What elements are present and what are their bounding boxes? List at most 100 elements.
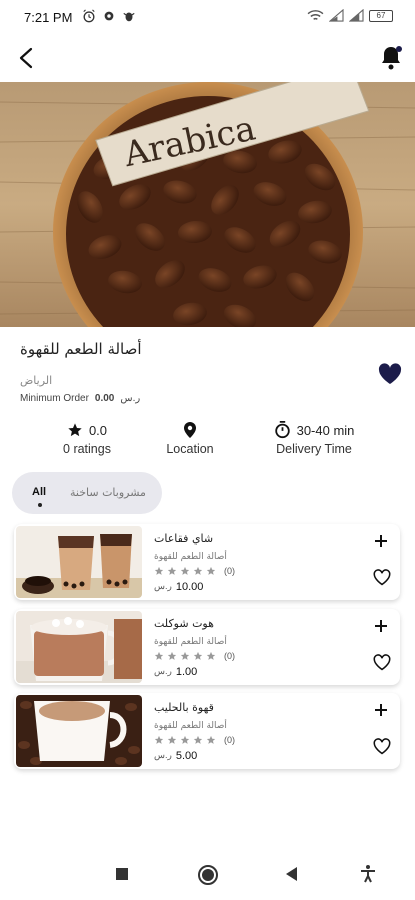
star-icon bbox=[167, 566, 177, 575]
star-icon bbox=[206, 566, 216, 575]
star-icon bbox=[180, 735, 190, 744]
home-button[interactable] bbox=[197, 864, 218, 885]
star-icon bbox=[180, 651, 190, 660]
product-card[interactable]: شاي فقاعات أصالة الطعم للقهوة (0) ر.س 10… bbox=[14, 524, 400, 600]
store-name: أصالة الطعم للقهوة bbox=[20, 340, 142, 358]
product-rating: (0) bbox=[154, 566, 235, 576]
rating-count: (0) bbox=[224, 735, 235, 745]
product-price: ر.س 5.00 bbox=[154, 750, 197, 762]
star-icon bbox=[68, 423, 82, 437]
delivery-time-info: 30-40 min Delivery Time bbox=[266, 420, 362, 456]
product-name: قهوة بالحليب bbox=[154, 701, 214, 714]
signal-icon bbox=[349, 9, 364, 22]
circle-home-icon bbox=[198, 865, 218, 885]
plus-icon bbox=[375, 535, 387, 547]
accessibility-button[interactable] bbox=[358, 864, 378, 884]
price-value: 5.00 bbox=[175, 750, 198, 762]
status-bar: 7:21 PM 67 bbox=[0, 0, 415, 36]
add-to-cart-button[interactable] bbox=[372, 617, 390, 635]
top-app-bar bbox=[0, 36, 415, 82]
heart-filled-icon bbox=[378, 363, 402, 384]
star-icon bbox=[180, 566, 190, 575]
delivery-time-label: Delivery Time bbox=[276, 442, 352, 456]
ratings-info[interactable]: 0.0 0 ratings bbox=[52, 420, 122, 457]
star-icon bbox=[193, 735, 203, 744]
product-card[interactable]: هوت شوكلت أصالة الطعم للقهوة (0) ر.س 1.0… bbox=[14, 609, 400, 685]
product-store: أصالة الطعم للقهوة bbox=[154, 552, 227, 562]
battery-icon: 67 bbox=[369, 9, 393, 22]
product-image-coffee-with-milk bbox=[16, 695, 142, 767]
status-time: 7:21 PM bbox=[24, 10, 73, 25]
status-icons-left bbox=[82, 9, 136, 23]
active-tab-indicator bbox=[38, 503, 42, 507]
product-price: ر.س 10.00 bbox=[154, 581, 203, 593]
tab-hot-drinks[interactable]: مشروبات ساخنة bbox=[70, 486, 146, 499]
star-icon bbox=[154, 566, 164, 575]
product-name: شاي فقاعات bbox=[154, 532, 214, 545]
plus-icon bbox=[375, 704, 387, 716]
ratings-label: 0 ratings bbox=[63, 442, 111, 456]
notifications-button[interactable] bbox=[377, 44, 405, 72]
product-price: ر.س 1.00 bbox=[154, 666, 197, 678]
store-info-row: 0.0 0 ratings Location 30-40 min Deliver… bbox=[0, 420, 415, 462]
system-navigation-bar bbox=[0, 850, 415, 900]
product-rating: (0) bbox=[154, 735, 235, 745]
star-icon bbox=[206, 651, 216, 660]
plus-icon bbox=[375, 620, 387, 632]
favorite-product-button[interactable] bbox=[372, 568, 392, 587]
system-back-button[interactable] bbox=[282, 864, 302, 884]
recents-button[interactable] bbox=[112, 864, 132, 884]
price-value: 1.00 bbox=[175, 666, 198, 678]
delivery-time-value: 30-40 min bbox=[296, 422, 355, 438]
add-to-cart-button[interactable] bbox=[372, 532, 390, 550]
price-currency: ر.س bbox=[154, 750, 172, 760]
heart-outline-icon bbox=[373, 654, 391, 671]
product-store: أصالة الطعم للقهوة bbox=[154, 721, 227, 731]
coffee-beans-bowl-image: Arabica bbox=[0, 82, 415, 327]
triangle-back-icon bbox=[286, 867, 297, 881]
back-button[interactable] bbox=[12, 44, 40, 72]
star-icon bbox=[193, 566, 203, 575]
rating-count: (0) bbox=[224, 566, 235, 576]
star-icon bbox=[167, 735, 177, 744]
accessibility-icon bbox=[361, 865, 375, 883]
status-icons-right: 67 bbox=[307, 9, 393, 22]
star-icon bbox=[193, 651, 203, 660]
price-value: 10.00 bbox=[175, 581, 204, 593]
square-recents-icon bbox=[116, 868, 128, 880]
bug-icon bbox=[123, 12, 135, 22]
heart-outline-icon bbox=[373, 569, 391, 586]
favorite-product-button[interactable] bbox=[372, 737, 392, 756]
product-store: أصالة الطعم للقهوة bbox=[154, 637, 227, 647]
price-currency: ر.س bbox=[154, 666, 172, 676]
product-rating: (0) bbox=[154, 651, 235, 661]
settings-icon bbox=[104, 11, 114, 21]
heart-outline-icon bbox=[373, 738, 391, 755]
min-order-label: Minimum Order bbox=[20, 393, 89, 404]
favorite-store-button[interactable] bbox=[377, 362, 403, 386]
store-city: الرياض bbox=[20, 374, 53, 387]
min-order-currency: ر.س bbox=[120, 393, 141, 404]
signal-icon bbox=[329, 9, 344, 22]
chevron-left-icon bbox=[19, 47, 33, 69]
minimum-order: Minimum Order 0.00 ر.س bbox=[20, 393, 140, 404]
star-icon bbox=[167, 651, 177, 660]
add-to-cart-button[interactable] bbox=[372, 701, 390, 719]
store-hero-image: Arabica bbox=[0, 82, 415, 327]
wifi-icon bbox=[307, 10, 324, 20]
product-image-bubble-tea bbox=[16, 526, 142, 598]
timer-icon bbox=[274, 421, 290, 439]
location-info[interactable]: Location bbox=[158, 420, 222, 456]
location-label: Location bbox=[166, 442, 214, 456]
product-image-hot-chocolate bbox=[16, 611, 142, 683]
price-currency: ر.س bbox=[154, 581, 172, 591]
product-card[interactable]: قهوة بالحليب أصالة الطعم للقهوة (0) ر.س … bbox=[14, 693, 400, 769]
star-icon bbox=[154, 735, 164, 744]
rating-value: 0.0 bbox=[88, 422, 108, 438]
rating-count: (0) bbox=[224, 651, 235, 661]
star-icon bbox=[154, 651, 164, 660]
product-name: هوت شوكلت bbox=[154, 617, 214, 630]
min-order-value: 0.00 bbox=[94, 393, 115, 404]
favorite-product-button[interactable] bbox=[372, 653, 392, 672]
tab-all[interactable]: All bbox=[32, 486, 46, 498]
